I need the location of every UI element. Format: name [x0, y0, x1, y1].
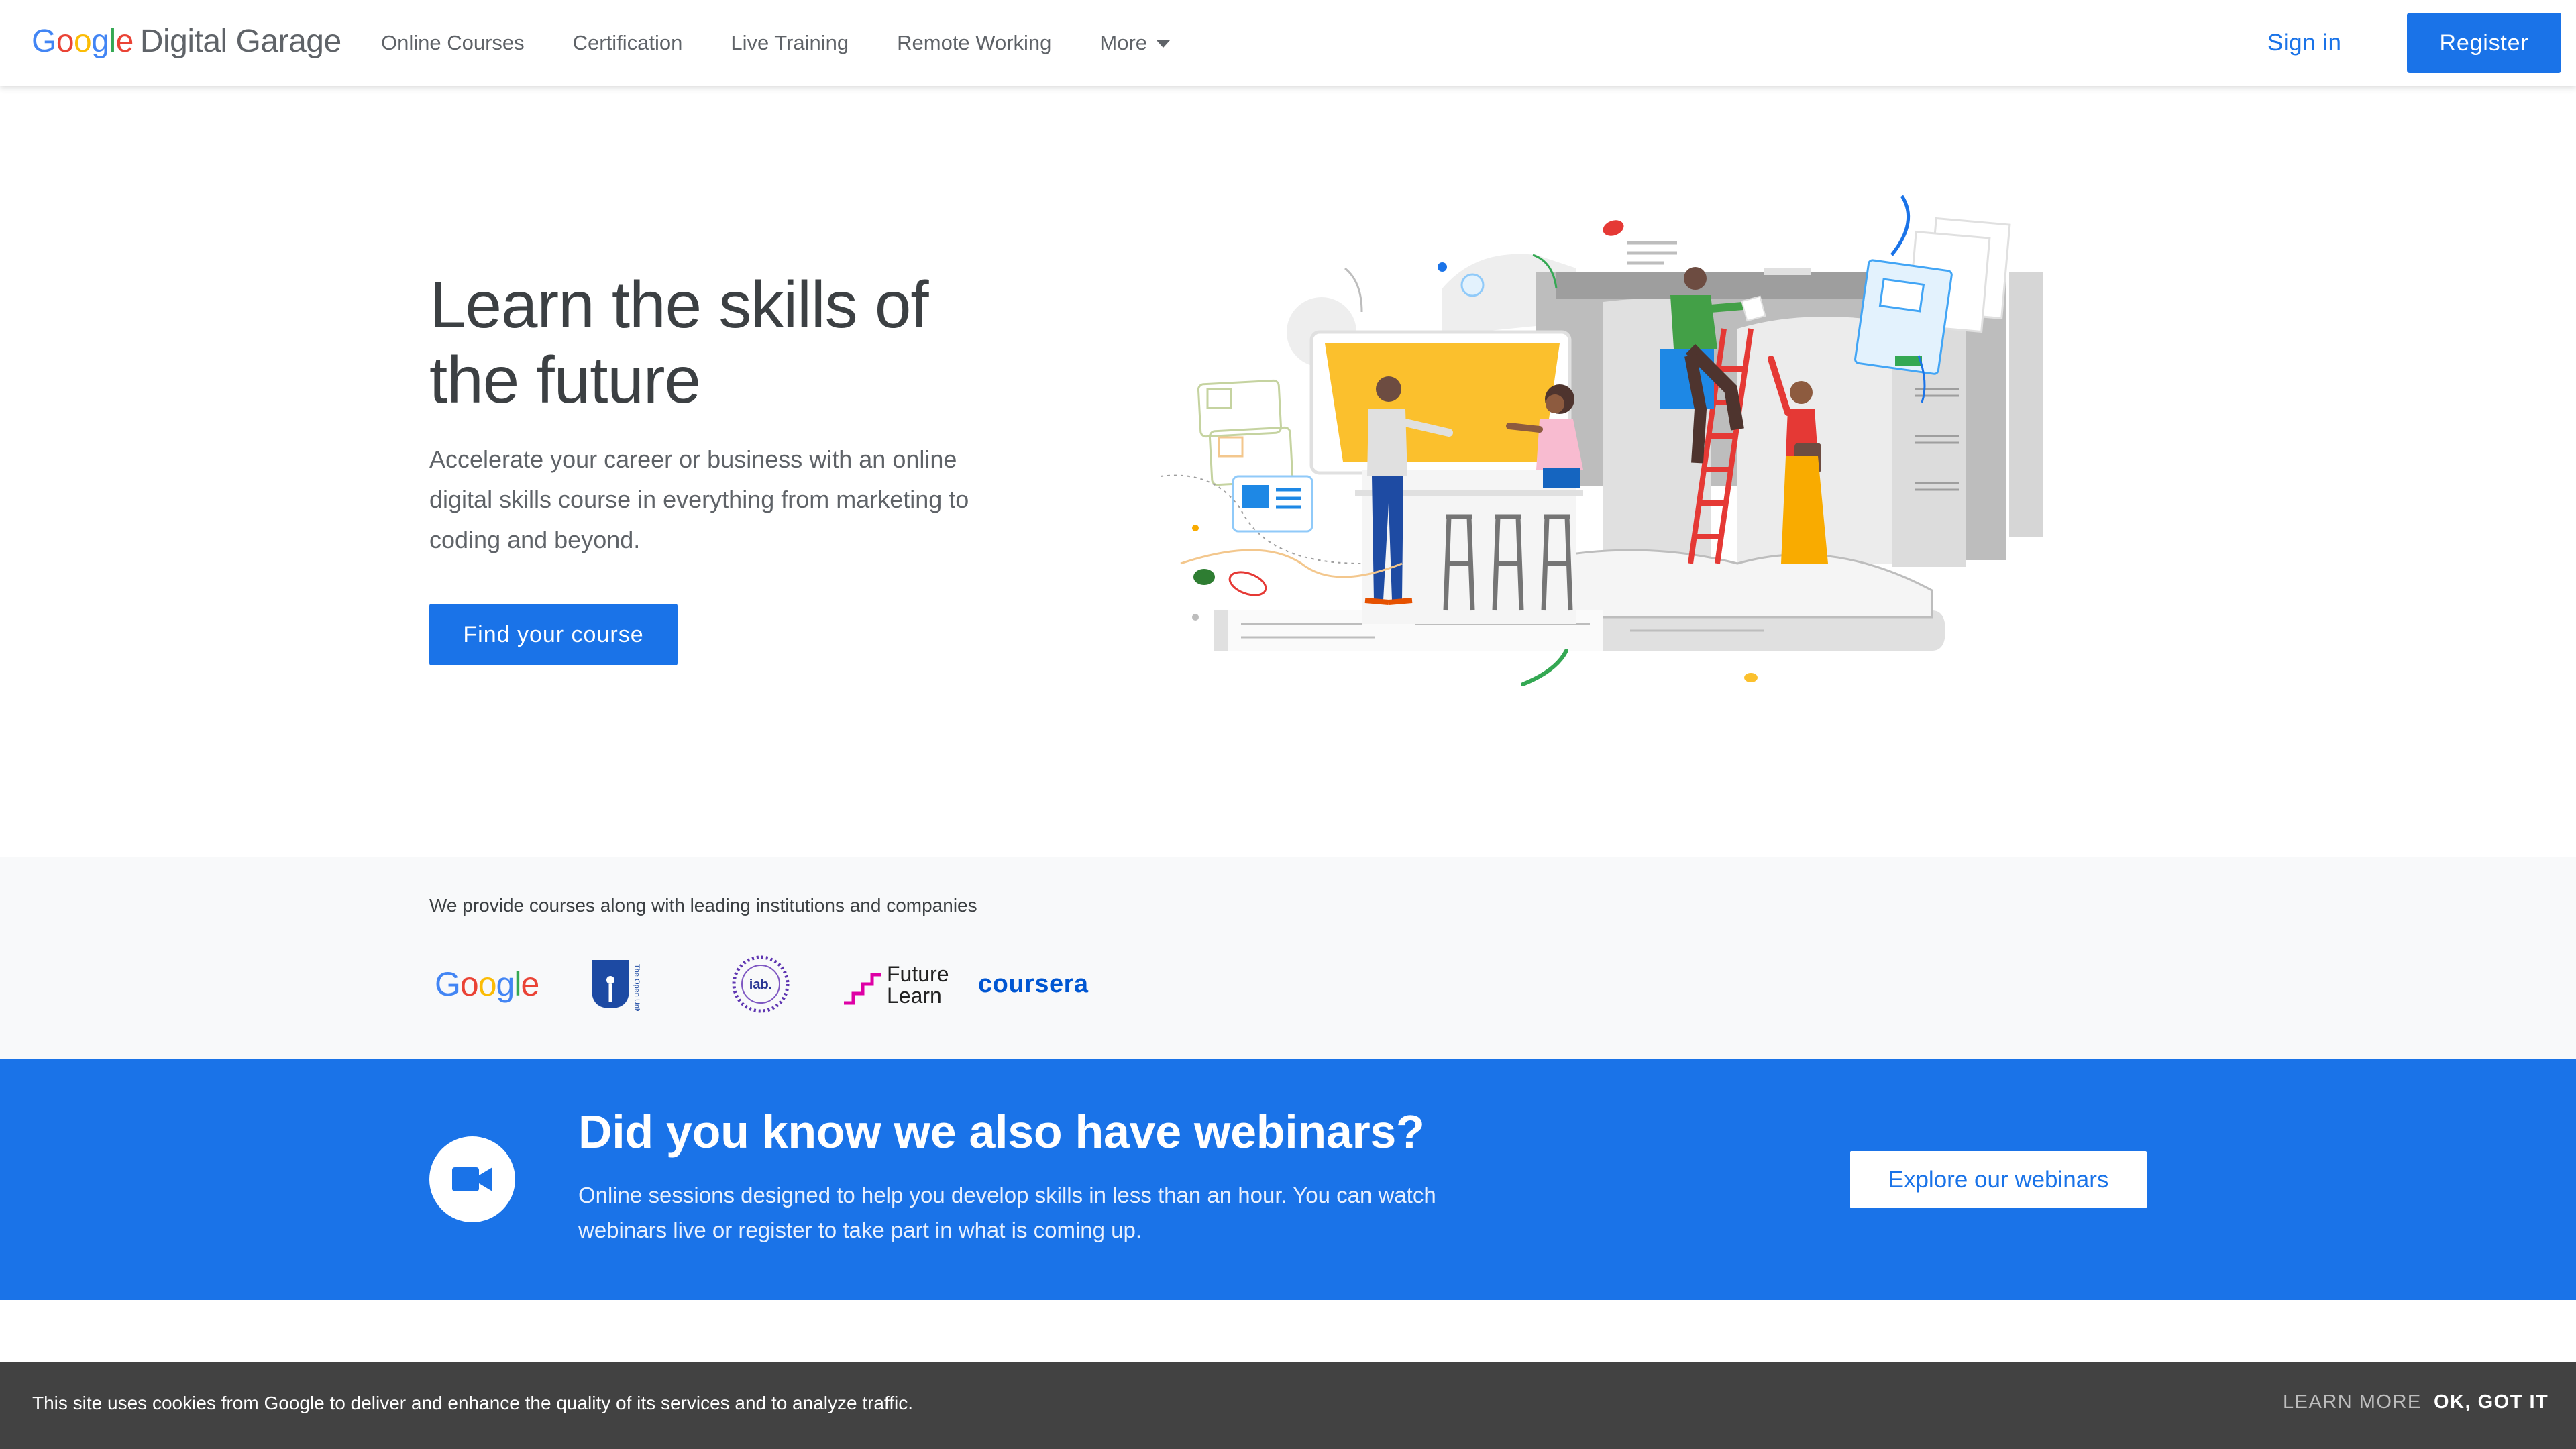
google-logo-letter: o	[460, 965, 479, 1003]
hero-illustration	[1161, 195, 2043, 686]
google-digital-garage-logo[interactable]: Google Digital Garage	[32, 23, 341, 63]
open-university-logo: The Open University	[590, 951, 664, 1018]
nav-remote-working[interactable]: Remote Working	[897, 31, 1051, 55]
webinar-subtitle: Online sessions designed to help you dev…	[578, 1183, 1436, 1242]
find-your-course-button[interactable]: Find your course	[429, 604, 678, 665]
futurelearn-logo: Future Learn	[841, 951, 955, 1018]
hero-title-line-1: Learn the skills of	[429, 268, 929, 341]
nav-live-training[interactable]: Live Training	[731, 31, 849, 55]
hero-title-line-2: the future	[429, 343, 701, 417]
nav-certification[interactable]: Certification	[573, 31, 683, 55]
futurelearn-line-1: Future	[887, 962, 949, 986]
logo-product-name: Digital Garage	[140, 23, 341, 59]
open-university-shield-icon: The Open University	[592, 960, 641, 1011]
video-camera-icon	[452, 1167, 492, 1191]
logo-google-wordmark: Google	[32, 23, 133, 59]
main-nav: Online Courses Certification Live Traini…	[381, 0, 1218, 86]
hero-subtitle: Accelerate your career or business with …	[429, 445, 969, 553]
partners-label: We provide courses along with leading in…	[429, 895, 977, 916]
site-header: Google Digital Garage Online Courses Cer…	[0, 0, 2576, 86]
google-logo-letter: l	[514, 965, 521, 1003]
register-button[interactable]: Register	[2407, 13, 2561, 73]
coursera-logo: coursera	[978, 969, 1089, 998]
futurelearn-steps-icon: Future Learn	[844, 962, 949, 1008]
webinar-title: Did you know we also have webinars?	[578, 1106, 1425, 1158]
google-logo-letter: o	[478, 965, 497, 1003]
open-university-wordmark: The Open University	[633, 964, 641, 1011]
caret-down-icon	[1157, 40, 1171, 48]
google-logo-letter: g	[496, 965, 515, 1003]
cookie-ok-button[interactable]: OK, GOT IT	[2434, 1391, 2548, 1413]
explore-webinars-button[interactable]: Explore our webinars	[1850, 1151, 2147, 1208]
google-partner-logo: Google	[435, 951, 539, 1018]
hero-title: Learn the skills of the future	[429, 267, 1033, 417]
sign-in-link[interactable]: Sign in	[2267, 24, 2342, 62]
cookie-message: This site uses cookies from Google to de…	[32, 1393, 914, 1413]
webinar-banner: Did you know we also have webinars? Onli…	[0, 1059, 2576, 1300]
webinar-icon-circle	[429, 1136, 515, 1222]
google-logo-letter: e	[521, 965, 539, 1003]
iab-laurel-icon: iab.	[732, 955, 790, 1013]
cookie-banner: This site uses cookies from Google to de…	[0, 1362, 2576, 1449]
cookie-learn-more-link[interactable]: LEARN MORE	[2283, 1391, 2422, 1413]
iab-wordmark: iab.	[749, 977, 772, 992]
iab-logo: iab.	[729, 951, 793, 1018]
futurelearn-line-2: Learn	[887, 983, 942, 1008]
nav-online-courses[interactable]: Online Courses	[381, 31, 525, 55]
nav-more-dropdown[interactable]: More	[1099, 31, 1171, 55]
google-logo-letter: G	[435, 965, 461, 1003]
nav-more-label: More	[1099, 31, 1148, 54]
partners-section: We provide courses along with leading in…	[0, 857, 2576, 1059]
